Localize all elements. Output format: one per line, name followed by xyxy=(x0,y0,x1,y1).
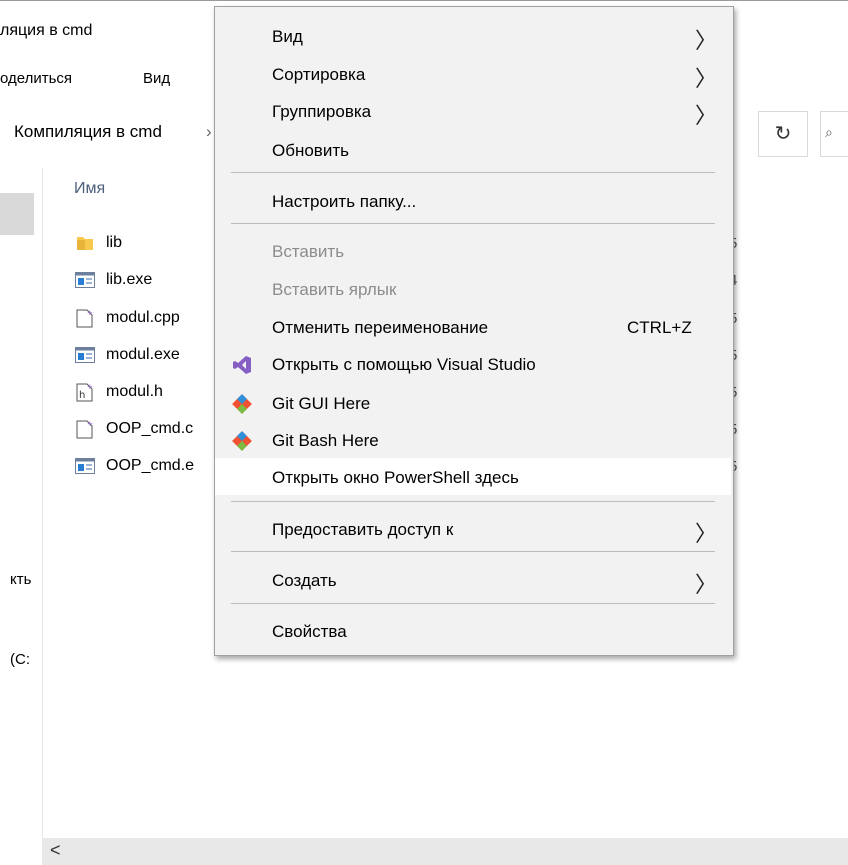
menu-item-label: Вставить ярлык xyxy=(272,280,397,299)
menu-item-label: Вставить xyxy=(272,242,345,261)
horizontal-scrollbar[interactable] xyxy=(42,838,848,865)
header-file-icon: h++ xyxy=(74,382,96,402)
scroll-left-arrow-icon[interactable]: < xyxy=(50,840,61,861)
menu-item-shortcut: CTRL+Z xyxy=(627,318,692,337)
file-name: modul.cpp xyxy=(106,309,180,326)
file-row[interactable]: lib xyxy=(74,233,122,253)
refresh-button[interactable]: ↻ xyxy=(758,111,808,157)
file-row[interactable]: modul.exe xyxy=(74,345,180,365)
svg-text:++: ++ xyxy=(87,309,94,317)
file-name: modul.h xyxy=(106,383,163,400)
menu-item-label: Группировка xyxy=(272,102,372,121)
submenu-arrow-icon: 〉 xyxy=(694,572,717,597)
file-name: OOP_cmd.c xyxy=(106,420,194,437)
menu-item-properties[interactable]: Свойства xyxy=(215,614,731,648)
menu-item-label: Отменить переименование xyxy=(272,318,489,337)
exe-icon xyxy=(74,345,96,365)
ribbon-tab-share[interactable]: оделиться xyxy=(0,70,72,87)
svg-text:++: ++ xyxy=(87,420,94,428)
menu-item-group[interactable]: Группировка 〉 xyxy=(215,94,731,128)
menu-item-label: Сортировка xyxy=(272,65,366,84)
menu-separator xyxy=(231,501,715,502)
menu-item-label: Открыть окно PowerShell здесь xyxy=(272,468,519,487)
submenu-arrow-icon: 〉 xyxy=(694,28,717,53)
cpp-file-icon: ++ xyxy=(74,308,96,328)
menu-item-label: Настроить папку... xyxy=(272,192,417,211)
git-icon xyxy=(231,393,253,415)
submenu-arrow-icon: 〉 xyxy=(694,521,717,546)
file-row[interactable]: ++ modul.cpp xyxy=(74,308,180,328)
folder-icon xyxy=(74,233,96,253)
menu-separator xyxy=(231,603,715,604)
menu-item-undo-rename[interactable]: Отменить переименование CTRL+Z xyxy=(215,310,731,344)
menu-item-open-powershell[interactable]: Открыть окно PowerShell здесь xyxy=(215,458,731,495)
visual-studio-icon xyxy=(231,354,253,376)
exe-icon xyxy=(74,270,96,290)
git-icon xyxy=(231,430,253,452)
menu-item-label: Обновить xyxy=(272,141,349,160)
file-row[interactable]: lib.exe xyxy=(74,270,152,290)
window-title: ляция в cmd xyxy=(0,22,93,39)
file-name: modul.exe xyxy=(106,346,180,363)
menu-item-sort[interactable]: Сортировка 〉 xyxy=(215,57,731,91)
menu-item-git-gui[interactable]: Git GUI Here xyxy=(215,386,731,420)
menu-item-open-visual-studio[interactable]: Открыть с помощью Visual Studio xyxy=(215,347,731,381)
menu-item-label: Вид xyxy=(272,27,303,46)
file-row[interactable]: ++ OOP_cmd.c xyxy=(74,419,193,439)
file-name: lib xyxy=(106,234,123,251)
menu-item-label: Открыть с помощью Visual Studio xyxy=(272,355,536,374)
exe-icon xyxy=(74,456,96,476)
menu-separator xyxy=(231,223,715,224)
nav-pane-divider xyxy=(42,168,43,865)
nav-pane-item-fragment[interactable]: кть xyxy=(10,571,31,588)
menu-item-label: Git Bash Here xyxy=(272,431,379,450)
submenu-arrow-icon: 〉 xyxy=(694,66,717,91)
menu-separator xyxy=(231,172,715,173)
nav-pane-drive-fragment[interactable]: (C: xyxy=(10,651,30,668)
file-name: lib.exe xyxy=(106,271,153,288)
column-header-name[interactable]: Имя xyxy=(74,180,105,198)
menu-item-label: Предоставить доступ к xyxy=(272,520,454,539)
refresh-icon: ↻ xyxy=(774,123,792,145)
menu-item-label: Создать xyxy=(272,571,337,590)
menu-item-view[interactable]: Вид 〉 xyxy=(215,19,731,53)
file-row[interactable]: h++ modul.h xyxy=(74,382,163,402)
svg-text:h: h xyxy=(79,390,85,401)
address-bar-path[interactable]: Компиляция в cmd xyxy=(14,122,162,142)
window-top-border xyxy=(0,0,848,1)
menu-separator xyxy=(231,551,715,552)
menu-item-give-access[interactable]: Предоставить доступ к 〉 xyxy=(215,512,731,546)
context-menu: Вид 〉 Сортировка 〉 Группировка 〉 Обновит… xyxy=(214,6,734,656)
cpp-file-icon: ++ xyxy=(74,419,96,439)
menu-item-new[interactable]: Создать 〉 xyxy=(215,563,731,597)
menu-item-customize-folder[interactable]: Настроить папку... xyxy=(215,184,731,218)
menu-item-label: Свойства xyxy=(272,622,347,641)
menu-item-paste[interactable]: Вставить xyxy=(215,234,731,268)
file-row[interactable]: OOP_cmd.e xyxy=(74,456,194,476)
address-chevron-icon[interactable]: › xyxy=(206,122,212,142)
submenu-arrow-icon: 〉 xyxy=(694,103,717,128)
svg-text:++: ++ xyxy=(87,383,94,391)
search-box[interactable]: ⌕ xyxy=(820,111,848,157)
menu-item-git-bash[interactable]: Git Bash Here xyxy=(215,423,731,457)
ribbon-tab-view[interactable]: Вид xyxy=(143,70,170,87)
menu-item-label: Git GUI Here xyxy=(272,394,371,413)
nav-pane-selected-item[interactable] xyxy=(0,193,34,235)
menu-item-paste-shortcut[interactable]: Вставить ярлык xyxy=(215,272,731,306)
menu-item-refresh[interactable]: Обновить xyxy=(215,133,731,167)
file-name: OOP_cmd.e xyxy=(106,457,195,474)
search-icon: ⌕ xyxy=(825,124,833,140)
